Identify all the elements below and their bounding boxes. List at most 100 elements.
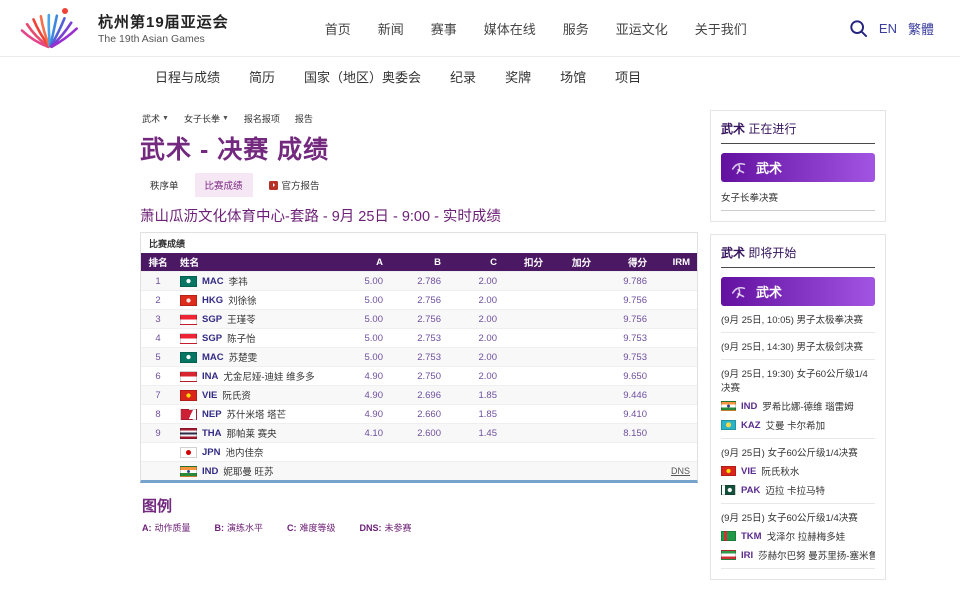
subnav-item[interactable]: 国家（地区）奥委会 bbox=[304, 67, 421, 86]
table-row: IND妮耶曼 旺苏DNS bbox=[141, 461, 697, 480]
upcoming-event-item[interactable]: (9月 25日, 19:30) 女子60公斤级1/4决赛IND罗希比娜-德维 瑙… bbox=[721, 360, 875, 439]
upcoming-athlete: KAZ艾曼 卡尔希加 bbox=[721, 418, 875, 432]
iri-flag-icon bbox=[721, 550, 736, 560]
tab-start-list[interactable]: 秩序单 bbox=[140, 173, 189, 197]
legend-item: B:演练水平 bbox=[215, 521, 264, 534]
rank-cell: 6 bbox=[141, 371, 175, 382]
ind-flag-icon bbox=[721, 401, 736, 411]
upcoming-sport-label: 武术 bbox=[721, 246, 745, 260]
banner-sport-label: 武术 bbox=[756, 158, 782, 177]
upcoming-athlete: VIE 阮氏秋水 bbox=[721, 464, 875, 478]
wushu-pictogram-icon bbox=[730, 159, 748, 177]
upcoming-status-label: 即将开始 bbox=[748, 246, 796, 260]
athlete-cell: SGP陈子怡 bbox=[175, 331, 343, 345]
logo-title: 杭州第19届亚运会 bbox=[98, 11, 229, 32]
breadcrumb-item[interactable]: 报告 bbox=[295, 112, 313, 125]
athlete-cell: HKG刘徐徐 bbox=[175, 293, 343, 307]
score-b-cell: 2.756 bbox=[397, 295, 455, 306]
breadcrumb-item[interactable]: 女子长拳▼ bbox=[184, 112, 229, 125]
sidebar: 武术 正在进行 武术 女子长拳决赛 bbox=[710, 110, 886, 592]
upcoming-athlete: TKM戈泽尔 拉赫梅多娃 bbox=[721, 529, 875, 543]
table-row: 7VIE阮氏资4.902.6961.859.446 bbox=[141, 385, 697, 404]
results-table: 比赛成绩 排名姓名ABC扣分加分得分IRM 1MAC李祎5.002.7862.0… bbox=[140, 232, 698, 483]
lang-traditional-chinese-link[interactable]: 繁體 bbox=[908, 19, 934, 38]
athlete-name: 戈泽尔 拉赫梅多娃 bbox=[767, 529, 846, 543]
table-row: 3SGP王瑾苓5.002.7562.009.756 bbox=[141, 309, 697, 328]
main-nav-item[interactable]: 关于我们 bbox=[695, 19, 747, 38]
rank-cell: 3 bbox=[141, 314, 175, 325]
breadcrumb-label: 报名报项 bbox=[244, 112, 280, 125]
athlete-cell: VIE阮氏资 bbox=[175, 388, 343, 402]
tab-label: 秩序单 bbox=[150, 178, 179, 192]
noc-code: PAK bbox=[741, 485, 760, 496]
subnav-item[interactable]: 奖牌 bbox=[505, 67, 531, 86]
athlete-cell: SGP王瑾苓 bbox=[175, 312, 343, 326]
upcoming-event-item[interactable]: (9月 25日) 女子60公斤级1/4决赛VIE阮氏秋水PAK迈拉 卡拉马特 bbox=[721, 439, 875, 504]
jpn-flag-icon bbox=[180, 447, 197, 458]
score-a-cell: 5.00 bbox=[343, 314, 397, 325]
rank-cell: 2 bbox=[141, 295, 175, 306]
table-header-row: 排名姓名ABC扣分加分得分IRM bbox=[141, 253, 697, 271]
athlete-name: 刘徐徐 bbox=[228, 293, 257, 307]
athlete-name: 迈拉 卡拉马特 bbox=[765, 483, 825, 497]
rank-cell: 1 bbox=[141, 276, 175, 287]
live-now-heading: 武术 正在进行 bbox=[721, 120, 875, 144]
athlete-name: 那帕莱 赛央 bbox=[227, 426, 277, 440]
upcoming-event-item[interactable]: (9月 25日) 女子60公斤级1/4决赛TKM戈泽尔 拉赫梅多娃IRI莎赫尔巴… bbox=[721, 504, 875, 569]
table-row: 1MAC李祎5.002.7862.009.786 bbox=[141, 271, 697, 290]
subnav-item[interactable]: 日程与成绩 bbox=[155, 67, 220, 86]
score-b-cell: 2.756 bbox=[397, 314, 455, 325]
live-sport-label: 武术 bbox=[721, 122, 745, 136]
noc-code: VIE bbox=[741, 466, 756, 477]
subnav-item[interactable]: 项目 bbox=[615, 67, 641, 86]
subnav-item[interactable]: 场馆 bbox=[560, 67, 586, 86]
upcoming-event-item[interactable]: (9月 25日, 10:05) 男子太极拳决赛 bbox=[721, 306, 875, 333]
ind-flag-icon bbox=[180, 466, 197, 477]
upcoming-event-text: (9月 25日, 14:30) 男子太极剑决赛 bbox=[721, 339, 875, 353]
search-icon[interactable] bbox=[849, 19, 868, 38]
main-nav-item[interactable]: 赛事 bbox=[431, 19, 457, 38]
sgp-flag-icon bbox=[180, 314, 197, 325]
score-a-cell: 5.00 bbox=[343, 276, 397, 287]
wushu-banner-upcoming[interactable]: 武术 bbox=[721, 277, 875, 306]
main-nav-item[interactable]: 新闻 bbox=[378, 19, 404, 38]
upcoming-athlete: IRI莎赫尔巴努 曼苏里扬-塞米鲁米 bbox=[721, 548, 875, 562]
column-header: IRM bbox=[661, 257, 695, 268]
athlete-cell: MAC李祎 bbox=[175, 274, 343, 288]
wushu-banner-live[interactable]: 武术 bbox=[721, 153, 875, 182]
athlete-name: 妮耶曼 旺苏 bbox=[223, 464, 273, 478]
live-event-link[interactable]: 女子长拳决赛 bbox=[721, 182, 875, 211]
column-header: 姓名 bbox=[175, 255, 343, 269]
athlete-name: 王瑾苓 bbox=[227, 312, 256, 326]
main-nav-item[interactable]: 媒体在线 bbox=[484, 19, 536, 38]
caret-down-icon: ▼ bbox=[222, 115, 229, 122]
athlete-name: 艾曼 卡尔希加 bbox=[766, 418, 826, 432]
subnav-item[interactable]: 纪录 bbox=[450, 67, 476, 86]
main-nav-item[interactable]: 首页 bbox=[325, 19, 351, 38]
dns-link[interactable]: DNS bbox=[671, 466, 690, 476]
main-nav-item[interactable]: 服务 bbox=[563, 19, 589, 38]
athlete-name: 阮氏秋水 bbox=[761, 464, 799, 478]
lang-en-link[interactable]: EN bbox=[879, 21, 897, 36]
caret-down-icon: ▼ bbox=[162, 115, 169, 122]
upcoming-event-item[interactable]: (9月 25日, 14:30) 男子太极剑决赛 bbox=[721, 333, 875, 360]
tab-results[interactable]: 比赛成绩 bbox=[195, 173, 253, 197]
subnav-item[interactable]: 简历 bbox=[249, 67, 275, 86]
score-b-cell: 2.786 bbox=[397, 276, 455, 287]
tab-official-report[interactable]: 官方报告 bbox=[259, 173, 330, 197]
asian-games-logo[interactable]: 杭州第19届亚运会 The 19th Asian Games bbox=[14, 6, 229, 50]
breadcrumb-item[interactable]: 武术▼ bbox=[142, 112, 169, 125]
mac-flag-icon bbox=[180, 276, 197, 287]
column-header: 扣分 bbox=[511, 255, 557, 269]
breadcrumb-item[interactable]: 报名报项 bbox=[244, 112, 280, 125]
athlete-name: 罗希比娜-德维 瑙雷姆 bbox=[762, 399, 853, 413]
legend-item: A:动作质量 bbox=[142, 521, 191, 534]
column-header: 加分 bbox=[557, 255, 605, 269]
main-nav-item[interactable]: 亚运文化 bbox=[616, 19, 668, 38]
tha-flag-icon bbox=[180, 428, 197, 439]
table-row: JPN池内佳奈 bbox=[141, 442, 697, 461]
score-c-cell: 2.00 bbox=[455, 295, 511, 306]
breadcrumb-label: 报告 bbox=[295, 112, 313, 125]
noc-code: IRI bbox=[741, 550, 753, 561]
table-body: 1MAC李祎5.002.7862.009.7862HKG刘徐徐5.002.756… bbox=[141, 271, 697, 480]
